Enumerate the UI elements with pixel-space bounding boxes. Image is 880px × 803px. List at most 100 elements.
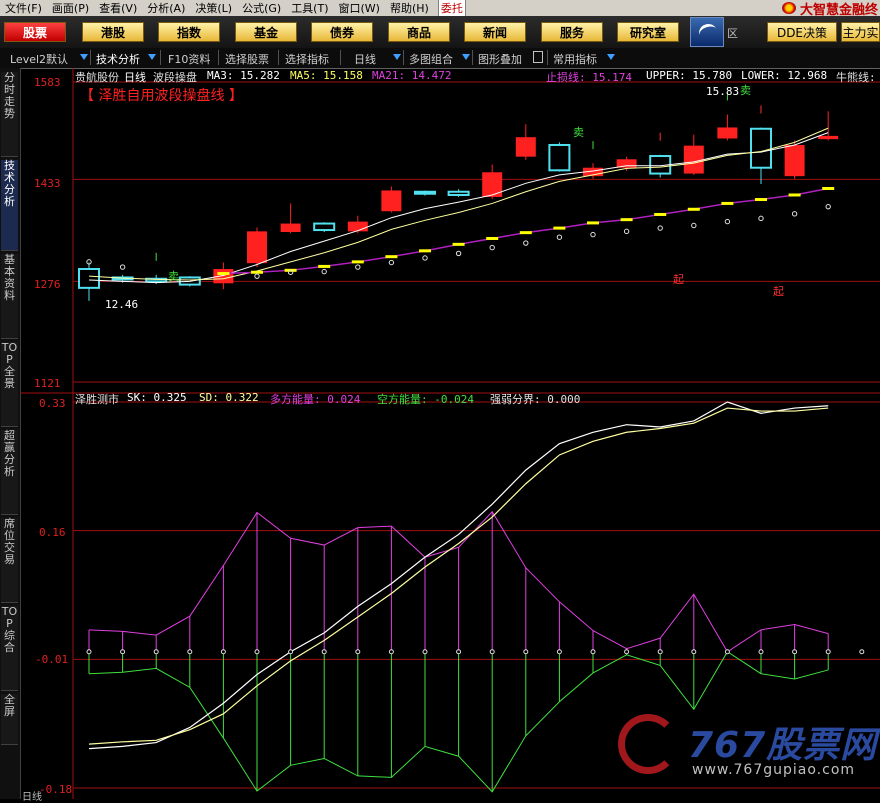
nav-index-button[interactable]: 指数 — [158, 22, 220, 42]
menu-file[interactable]: 文件(F) — [0, 0, 47, 16]
boundary-dot — [724, 649, 730, 655]
watermark-url: www.767gupiao.com — [692, 762, 856, 778]
stop-loss-mark — [721, 201, 734, 205]
stop-loss-mark — [486, 236, 499, 240]
entrust-button[interactable]: 委托 — [437, 0, 466, 17]
ma-line-white — [88, 132, 829, 284]
menu-formula[interactable]: 公式(G) — [237, 0, 286, 16]
stop-loss-mark — [217, 272, 230, 276]
sell-signal-label-3: 卖 — [740, 84, 751, 97]
candle-down — [548, 143, 571, 172]
band-dot — [254, 273, 260, 279]
candle-up — [280, 223, 301, 232]
nav-main-force-button[interactable]: 主力实 — [841, 22, 880, 42]
indicator-name: 波段操盘 — [153, 71, 197, 84]
boundary-dot — [187, 649, 193, 655]
band-dot — [119, 264, 126, 270]
sidebar-tab-super-win[interactable]: 超赢分析 — [1, 430, 18, 515]
high-price-label: 15.83 — [706, 85, 740, 98]
toolbar-f10[interactable]: F10资料 — [168, 51, 210, 67]
period-dropdown-icon[interactable] — [393, 54, 401, 60]
band-dot — [590, 231, 596, 238]
sidebar-tab-fullscreen[interactable]: 全屏 — [1, 694, 18, 745]
nav-fund-button[interactable]: 基金 — [235, 22, 297, 42]
stop-loss-mark — [788, 193, 801, 197]
nav-region-label[interactable]: 区 — [727, 25, 738, 41]
strategy-banner: 【 泽胜自用波段操盘线 】 — [80, 88, 243, 104]
sub-y-tick-2: 0.16 — [39, 526, 66, 539]
toolbar-level2-default[interactable]: Level2默认 — [10, 51, 68, 67]
candle-up — [818, 135, 839, 140]
app-logo-icon[interactable] — [690, 17, 724, 47]
nav-commodity-button[interactable]: 商品 — [388, 22, 450, 42]
nav-service-button[interactable]: 服务 — [541, 22, 603, 42]
boundary-dot — [691, 649, 697, 655]
menu-bar: 文件(F) 画面(P) 查看(V) 分析(A) 决策(L) 公式(G) 工具(T… — [0, 0, 880, 17]
boundary-dot — [523, 649, 529, 655]
nav-hk-button[interactable]: 港股 — [82, 22, 144, 42]
main-y-tick-2: 1433 — [34, 177, 61, 190]
sidebar-tab-basic-info[interactable]: 基本资料 — [1, 254, 18, 339]
menu-analysis[interactable]: 分析(A) — [142, 0, 190, 16]
sidebar-tab-top-panorama[interactable]: TOP全景 — [1, 342, 18, 427]
ma3-value: MA3: 15.282 — [207, 69, 280, 82]
toolbar-tech-analysis[interactable]: 技术分析 — [96, 51, 140, 67]
menu-window[interactable]: 窗口(W) — [334, 0, 385, 16]
multi-chart-dropdown-icon[interactable] — [462, 54, 470, 60]
band-dot — [657, 225, 663, 231]
menu-tools[interactable]: 工具(T) — [286, 0, 333, 16]
toolbar-multi-chart[interactable]: 多图组合 — [409, 51, 453, 67]
toolbar-common-indicators[interactable]: 常用指标 — [553, 51, 597, 67]
candle-up — [784, 144, 805, 177]
nav-news-button[interactable]: 新闻 — [464, 22, 526, 42]
boundary-dot — [288, 649, 294, 655]
stop-loss-mark — [687, 207, 700, 211]
stop-loss-mark — [351, 260, 364, 264]
boundary-value: 强弱分界: 0.000 — [490, 393, 581, 406]
toolbar-daily[interactable]: 日线 — [354, 51, 376, 67]
candle-down — [78, 268, 100, 289]
band-dot — [556, 234, 563, 240]
stop-loss-mark — [251, 270, 263, 274]
nav-research-button[interactable]: 研究室 — [617, 22, 679, 42]
candle-up — [247, 231, 267, 264]
sidebar-tab-tech-analysis[interactable]: 技术分析 — [1, 160, 18, 251]
candle-up — [515, 137, 536, 157]
menu-decision[interactable]: 决策(L) — [190, 0, 237, 16]
boundary-dot — [825, 649, 831, 655]
level2-dropdown-icon[interactable] — [80, 54, 88, 60]
sub-indicator-name: 泽胜测市 — [75, 393, 119, 406]
sub-y-tick-bottom: -0.18 — [39, 783, 73, 796]
lock-icon[interactable] — [533, 51, 543, 63]
boundary-dot — [489, 649, 495, 655]
sub-y-tick-3: -0.01 — [35, 653, 69, 666]
candle-up — [213, 269, 234, 284]
stop-loss-mark — [755, 198, 767, 202]
sidebar-tab-top-summary[interactable]: TOP综合 — [1, 606, 18, 691]
toolbar-overlay[interactable]: 图形叠加 — [478, 51, 522, 67]
nav-bond-button[interactable]: 债券 — [311, 22, 373, 42]
boundary-dot — [556, 649, 562, 655]
boundary-dot — [792, 649, 798, 655]
menu-view[interactable]: 查看(V) — [94, 0, 142, 16]
tech-analysis-dropdown-icon[interactable] — [148, 54, 156, 60]
chart-area[interactable] — [20, 68, 880, 799]
boundary-dot — [355, 649, 361, 655]
toolbar-select-stock[interactable]: 选择股票 — [225, 51, 269, 67]
nav-dde-button[interactable]: DDE决策 — [767, 22, 837, 42]
menu-screen[interactable]: 画面(P) — [47, 0, 94, 16]
toolbar-select-indicator[interactable]: 选择指标 — [285, 51, 329, 67]
stop-loss-value: 止损线: 15.174 — [546, 71, 632, 84]
band-dot — [422, 255, 428, 261]
common-indicators-dropdown-icon[interactable] — [607, 54, 615, 60]
watermark-logo-icon — [618, 714, 678, 774]
sidebar-tab-timeshare[interactable]: 分时走势 — [1, 72, 18, 157]
nav-stocks-button[interactable]: 股票 — [4, 22, 66, 42]
sidebar-tab-seat-trading[interactable]: 席位交易 — [1, 518, 18, 603]
sell-signal-label-1: 卖 — [168, 270, 179, 283]
start-signal-label-2: 起 — [773, 285, 784, 298]
boundary-dot — [624, 649, 630, 655]
stop-loss-mark — [419, 249, 431, 253]
boundary-dot — [758, 649, 764, 655]
menu-help[interactable]: 帮助(H) — [385, 0, 434, 16]
